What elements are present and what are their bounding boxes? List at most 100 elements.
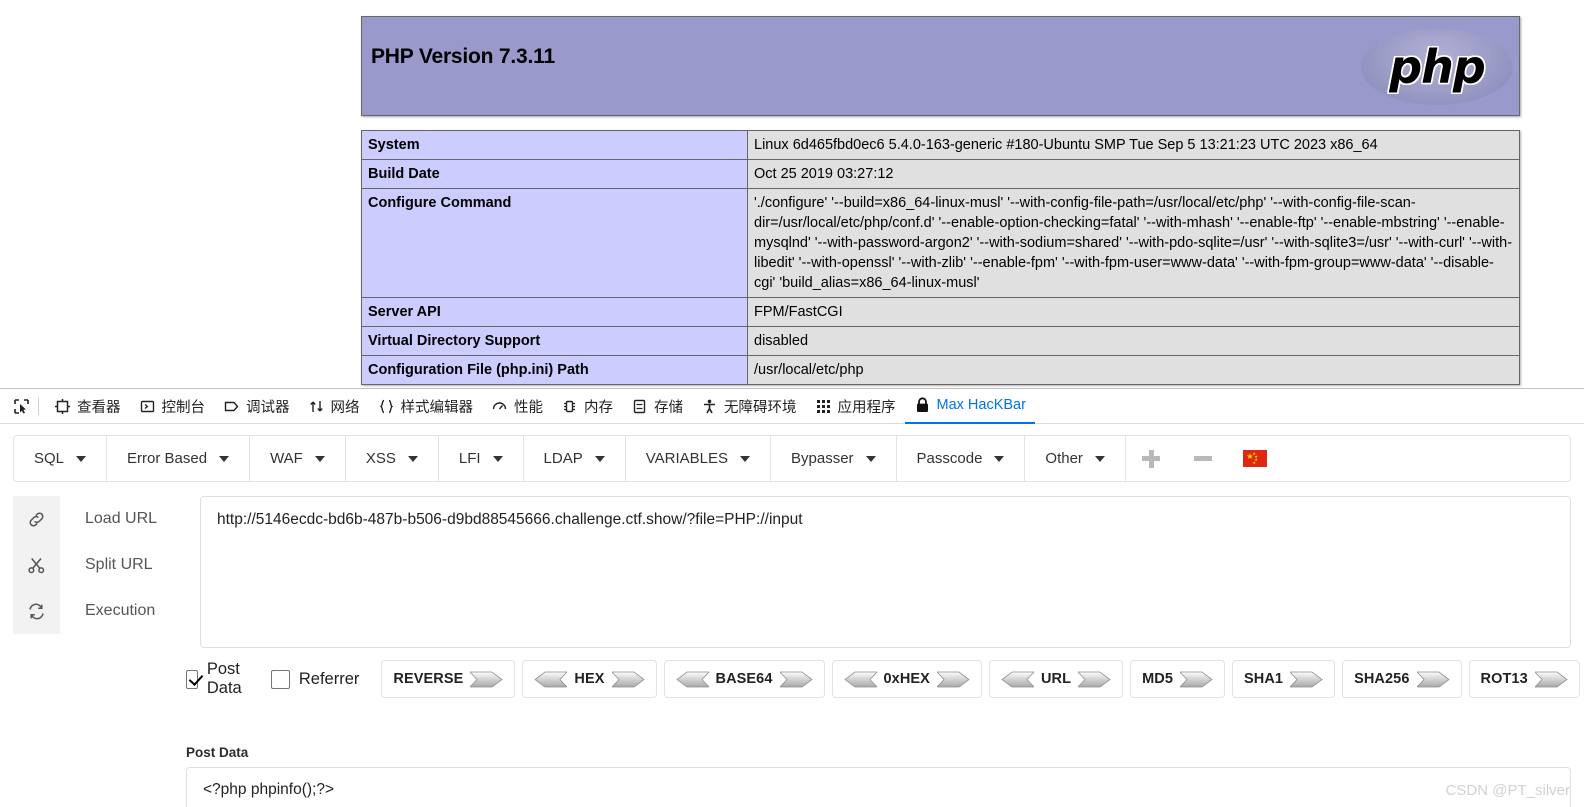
menu-label: Other (1045, 450, 1083, 467)
language-button[interactable]: ★ ★ ★ ★ ★ (1230, 436, 1282, 481)
style-editor-icon (378, 398, 395, 415)
performance-icon (491, 398, 508, 415)
arrow-left-icon[interactable] (534, 671, 568, 688)
encoder-reverse-button[interactable]: REVERSE (381, 660, 516, 698)
arrow-right-icon[interactable] (611, 671, 645, 688)
table-cell-key: Configuration File (php.ini) Path (361, 355, 748, 385)
encoder-label: ROT13 (1480, 671, 1528, 687)
phpinfo-page: PHP Version 7.3.11 php System Linux 6d46… (0, 0, 1584, 388)
chevron-down-icon (594, 455, 605, 462)
accessibility-icon (701, 398, 718, 415)
encoder-row: Post Data Referrer REVERSE HEX BASE64 0x… (186, 660, 1584, 698)
arrow-right-icon[interactable] (1290, 671, 1323, 688)
encoder-label: BASE64 (715, 671, 773, 687)
arrow-left-icon[interactable] (843, 671, 877, 688)
scissors-icon (13, 542, 60, 588)
encoder-label: MD5 (1142, 671, 1173, 687)
post-data-textarea[interactable]: <?php phpinfo();?> (186, 767, 1571, 807)
menu-error-based[interactable]: Error Based (107, 436, 251, 481)
tab-inspector[interactable]: 查看器 (45, 389, 130, 423)
referrer-checkbox[interactable]: Referrer (270, 669, 360, 689)
menu-waf[interactable]: WAF (250, 436, 346, 481)
menu-variables[interactable]: VARIABLES (626, 436, 771, 481)
tab-label: 内存 (584, 399, 613, 416)
minus-icon (1194, 450, 1213, 468)
hackbar-url-row: Load URL Split URL Execution http://5146… (13, 496, 1571, 648)
encoder-hex-button[interactable]: HEX (522, 660, 657, 698)
tab-memory[interactable]: 内存 (552, 389, 622, 423)
tab-performance[interactable]: 性能 (482, 389, 552, 423)
element-picker-icon[interactable] (8, 393, 34, 419)
encoder-0xhex-button[interactable]: 0xHEX (831, 660, 982, 698)
table-row: System Linux 6d465fbd0ec6 5.4.0-163-gene… (361, 130, 1520, 160)
devtools-panel: 查看器 控制台 调试器 网络 样式编辑器 性能 内存 存储 无障碍环境 应用程序… (0, 388, 1584, 807)
action-label: Load URL (85, 510, 158, 527)
inspector-icon (54, 398, 71, 415)
network-icon (308, 398, 325, 415)
menu-label: LFI (458, 450, 481, 467)
tab-style-editor[interactable]: 样式编辑器 (369, 389, 483, 423)
menu-lfi[interactable]: LFI (439, 436, 524, 481)
table-cell-key: Build Date (361, 159, 748, 189)
encoder-sha256-button[interactable]: SHA256 (1342, 660, 1462, 698)
page-title: PHP Version 7.3.11 (371, 45, 555, 68)
checkbox-label: Referrer (298, 669, 360, 688)
encoder-label: HEX (574, 671, 605, 687)
checkbox-box (186, 669, 198, 689)
encoder-label: SHA1 (1244, 671, 1284, 687)
action-label: Execution (85, 602, 156, 619)
php-logo-text: php (1389, 40, 1486, 94)
table-cell-value: Linux 6d465fbd0ec6 5.4.0-163-generic #18… (747, 130, 1520, 160)
refresh-icon (13, 588, 60, 634)
tab-storage[interactable]: 存储 (622, 389, 692, 423)
storage-icon (631, 398, 648, 415)
arrow-right-icon[interactable] (1534, 671, 1568, 688)
encoder-sha1-button[interactable]: SHA1 (1232, 660, 1336, 698)
split-url-button[interactable]: Split URL (13, 542, 185, 588)
menu-bypasser[interactable]: Bypasser (771, 436, 897, 481)
arrow-right-icon[interactable] (1078, 671, 1111, 688)
menu-label: Error Based (127, 450, 208, 467)
url-input[interactable]: http://5146ecdc-bd6b-487b-b506-d9bd88545… (200, 496, 1571, 648)
tab-application[interactable]: 应用程序 (806, 389, 905, 423)
arrow-right-icon[interactable] (1416, 671, 1450, 688)
load-url-button[interactable]: Load URL (13, 496, 185, 542)
cn-flag-icon: ★ ★ ★ ★ ★ (1243, 450, 1268, 467)
tab-max-hackbar[interactable]: Max HacKBar (904, 389, 1035, 424)
arrow-left-icon[interactable] (1001, 671, 1034, 688)
arrow-left-icon[interactable] (675, 671, 709, 688)
encoder-rot13-button[interactable]: ROT13 (1468, 660, 1580, 698)
table-cell-value: './configure' '--build=x86_64-linux-musl… (747, 188, 1520, 298)
table-cell-key: Server API (361, 297, 748, 327)
encoder-url-button[interactable]: URL (988, 660, 1124, 698)
debugger-icon (223, 398, 240, 415)
menu-passcode[interactable]: Passcode (897, 436, 1026, 481)
menu-label: WAF (270, 450, 303, 467)
php-header-banner: PHP Version 7.3.11 php (361, 16, 1520, 116)
add-button[interactable] (1126, 436, 1178, 481)
chevron-down-icon (219, 455, 230, 462)
encoder-label: REVERSE (393, 671, 464, 687)
tab-accessibility[interactable]: 无障碍环境 (692, 389, 806, 423)
execution-button[interactable]: Execution (13, 588, 185, 634)
chevron-down-icon (740, 455, 750, 462)
menu-ldap[interactable]: LDAP (524, 436, 626, 481)
hackbar-menubar: SQL Error Based WAF XSS LFI LDAP VARIABL… (13, 435, 1571, 482)
arrow-right-icon[interactable] (936, 671, 970, 688)
menu-xss[interactable]: XSS (346, 436, 439, 481)
encoder-md5-button[interactable]: MD5 (1130, 660, 1225, 698)
remove-button[interactable] (1178, 436, 1230, 481)
chevron-down-icon (492, 455, 503, 462)
tab-console[interactable]: 控制台 (130, 389, 215, 423)
menu-other[interactable]: Other (1025, 436, 1126, 481)
encoder-label: SHA256 (1354, 671, 1410, 687)
checkbox-box (270, 669, 290, 689)
menu-sql[interactable]: SQL (14, 436, 108, 481)
arrow-right-icon[interactable] (470, 671, 504, 688)
tab-network[interactable]: 网络 (299, 389, 369, 423)
encoder-base64-button[interactable]: BASE64 (663, 660, 825, 698)
arrow-right-icon[interactable] (779, 671, 813, 688)
arrow-right-icon[interactable] (1180, 671, 1213, 688)
post-data-checkbox[interactable]: Post Data (186, 660, 249, 698)
tab-debugger[interactable]: 调试器 (214, 389, 299, 423)
